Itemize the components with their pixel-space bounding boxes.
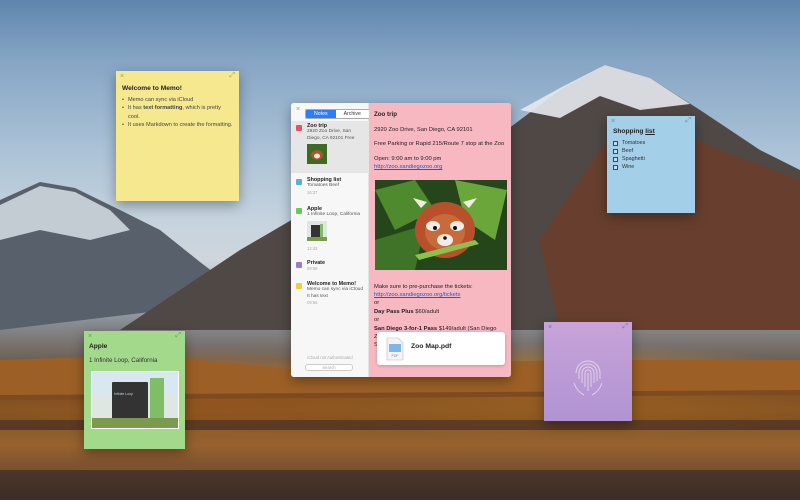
note-title: Apple [89,343,108,350]
color-tag [296,208,302,214]
list-item-preview: Tomatoes Beef [307,183,339,188]
expand-icon[interactable]: ⤢ [685,117,691,125]
red-panda-photo [375,179,507,270]
expand-icon[interactable]: ⤢ [229,72,235,80]
note-editor[interactable]: Zoo trip 2920 Zoo Drive, San Diego, CA 9… [369,103,511,377]
zoo-website-link[interactable]: http://zoo.sandiegozoo.org [374,163,506,171]
panda-thumbnail [307,144,327,165]
pdf-attachment[interactable]: PDF Zoo Map.pdf [377,332,505,365]
list-item-shopping[interactable]: Shopping list Tomatoes Beef 16:37 [291,175,369,197]
note-welcome-yellow[interactable]: × ⤢ Welcome to Memo! Memo can sync via iC… [116,71,239,201]
checklist-item[interactable]: Beef [613,148,689,154]
tab-notes[interactable]: Notes [306,110,336,118]
close-icon[interactable]: × [88,333,92,340]
tab-archive[interactable]: Archive [335,110,369,118]
close-icon[interactable]: × [120,73,124,80]
checkbox[interactable] [613,156,618,162]
list-item-private[interactable]: Private 09:56 [291,258,369,273]
day-pass-text: Day Pass Plus $60/adult [374,308,440,315]
search-input[interactable]: Search [305,364,353,371]
note-bullet-list: Memo can sync via iCloud It has text for… [122,96,233,130]
checklist-item[interactable]: Wine [613,164,689,170]
pdf-file-icon: PDF [386,337,404,361]
bullet-item: It has text formatting, which is pretty … [122,104,233,121]
tickets-text: Make sure to pre-purchase the tickets: h… [374,283,473,298]
checklist-item[interactable]: Spaghetti [613,156,689,162]
bullet-item: Memo can sync via iCloud [122,96,233,105]
close-icon[interactable]: × [548,324,552,331]
notes-sidebar: × Notes Archive Zoo trip 2920 Zoo Drive,… [291,103,370,377]
segmented-control: Notes Archive [305,109,370,119]
svg-text:PDF: PDF [392,354,399,358]
note-address: 2920 Zoo Drive, San Diego, CA 92101 [374,126,473,133]
list-item-date: 16:37 [307,189,318,195]
list-item-preview: 2920 Zoo Drive, San Diego, CA 92101 Free [307,129,355,141]
note-title: Zoo trip [374,111,398,118]
note-address: 1 Infinite Loop, California [89,357,158,364]
fingerprint-icon[interactable] [570,355,606,399]
list-item-welcome[interactable]: Welcome to Memo! Memo can sync via iClou… [291,279,369,307]
close-icon[interactable]: × [296,106,300,113]
or-text: or [374,300,380,307]
note-parking: Free Parking or Rapid 215/Route 7 stop a… [374,141,505,148]
checkbox[interactable] [613,148,618,154]
note-shopping-blue[interactable]: × ⤢ Shopping list Tomatoes Beef Spaghetti… [607,116,695,213]
checkbox[interactable] [613,164,618,170]
or-text: or [374,317,380,324]
expand-icon[interactable]: ⤢ [175,332,181,340]
list-item-preview: Memo can sync via iCloud It has text [307,287,363,299]
tickets-link[interactable]: http://zoo.sandiegozoo.org/tickets [374,292,460,298]
list-item-date: 12:42 [307,245,318,251]
list-item-date: 09:56 [307,300,318,306]
sign-text: Infinite Loop [114,391,134,396]
list-item-apple[interactable]: Apple 1 Infinite Loop, California 12:42 [291,204,369,253]
list-item-date: 09:56 [307,266,318,271]
color-tag [296,125,302,131]
memo-main-window: × Notes Archive Zoo trip 2920 Zoo Drive,… [291,103,511,377]
note-private-purple[interactable]: × ⤢ [544,322,632,421]
close-icon[interactable]: × [611,118,615,125]
checkbox[interactable] [613,140,618,146]
list-item-preview: 1 Infinite Loop, California [307,212,361,217]
checklist: Tomatoes Beef Spaghetti Wine [613,140,689,170]
list-item-zoo[interactable]: Zoo trip 2920 Zoo Drive, San Diego, CA 9… [291,121,369,173]
color-tag [296,283,302,289]
bullet-item: It uses Markdown to create the formattin… [122,121,233,130]
note-hours: Open: 9:00 am to 9:00 pm [374,155,442,162]
note-title: Welcome to Memo! [122,85,182,92]
apple-campus-photo: Infinite Loop [91,370,179,429]
note-title: Shopping list [613,128,655,135]
color-tag [296,262,302,268]
pdf-filename: Zoo Map.pdf [411,343,452,350]
icloud-status: iCloud not Authenticated [307,355,353,360]
color-tag [296,179,302,185]
apple-campus-thumbnail [307,220,327,241]
note-apple-green[interactable]: × ⤢ Apple 1 Infinite Loop, California Inf… [84,331,185,449]
checklist-item[interactable]: Tomatoes [613,140,689,146]
expand-icon[interactable]: ⤢ [622,323,628,331]
